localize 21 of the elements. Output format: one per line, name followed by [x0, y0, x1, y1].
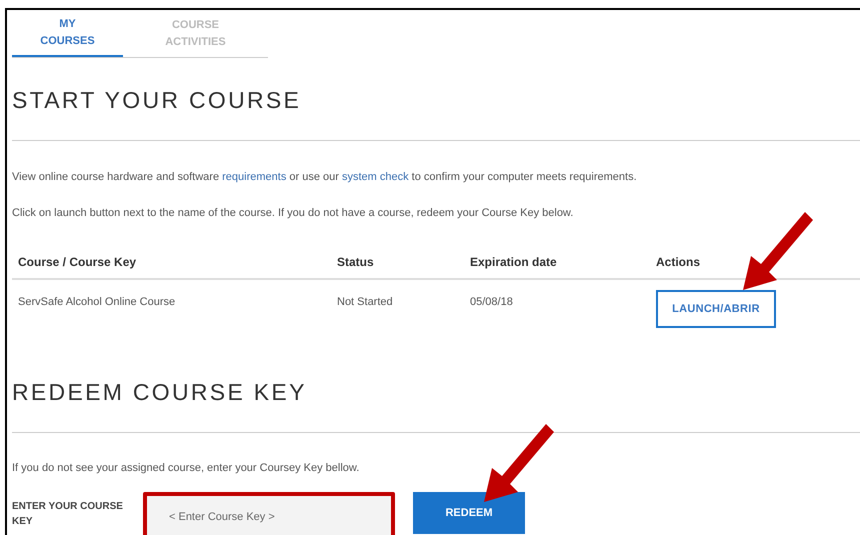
table-cell: Not Started	[337, 296, 393, 308]
pointer-arrow-icon	[743, 212, 813, 292]
requirements-text: View online course hardware and software requirements or use our system check to confirm your computer meets requirements.	[12, 170, 638, 184]
column-header: Status	[337, 255, 374, 269]
link[interactable]: requirements	[222, 171, 286, 183]
section-title: REDEEM COURSE KEY	[12, 378, 308, 406]
column-header: Course / Course Key	[18, 255, 136, 269]
pointer-arrow-icon	[484, 424, 554, 504]
course-key-field[interactable]: < Enter Course Key >	[143, 492, 395, 535]
launch-button[interactable]: LAUNCH/ABRIR	[656, 290, 776, 328]
link[interactable]: system check	[342, 171, 409, 183]
table-cell: ServSafe Alcohol Online Course	[18, 296, 176, 308]
tab[interactable]: MY COURSES	[12, 10, 123, 57]
section-title: START YOUR COURSE	[12, 86, 302, 114]
table-cell: 05/08/18	[470, 296, 513, 308]
column-header: Expiration date	[470, 255, 557, 269]
field-label: ENTER YOUR COURSE KEY	[12, 500, 124, 529]
redeem-button[interactable]: REDEEM	[413, 492, 525, 534]
redeem-instructions-text: If you do not see your assigned course, enter your Coursey Key bellow.	[12, 461, 360, 475]
column-header: Actions	[656, 255, 700, 269]
instructions-text: Click on launch button next to the name of the course. If you do not have a course, redeem your Course Key below.	[12, 206, 574, 220]
